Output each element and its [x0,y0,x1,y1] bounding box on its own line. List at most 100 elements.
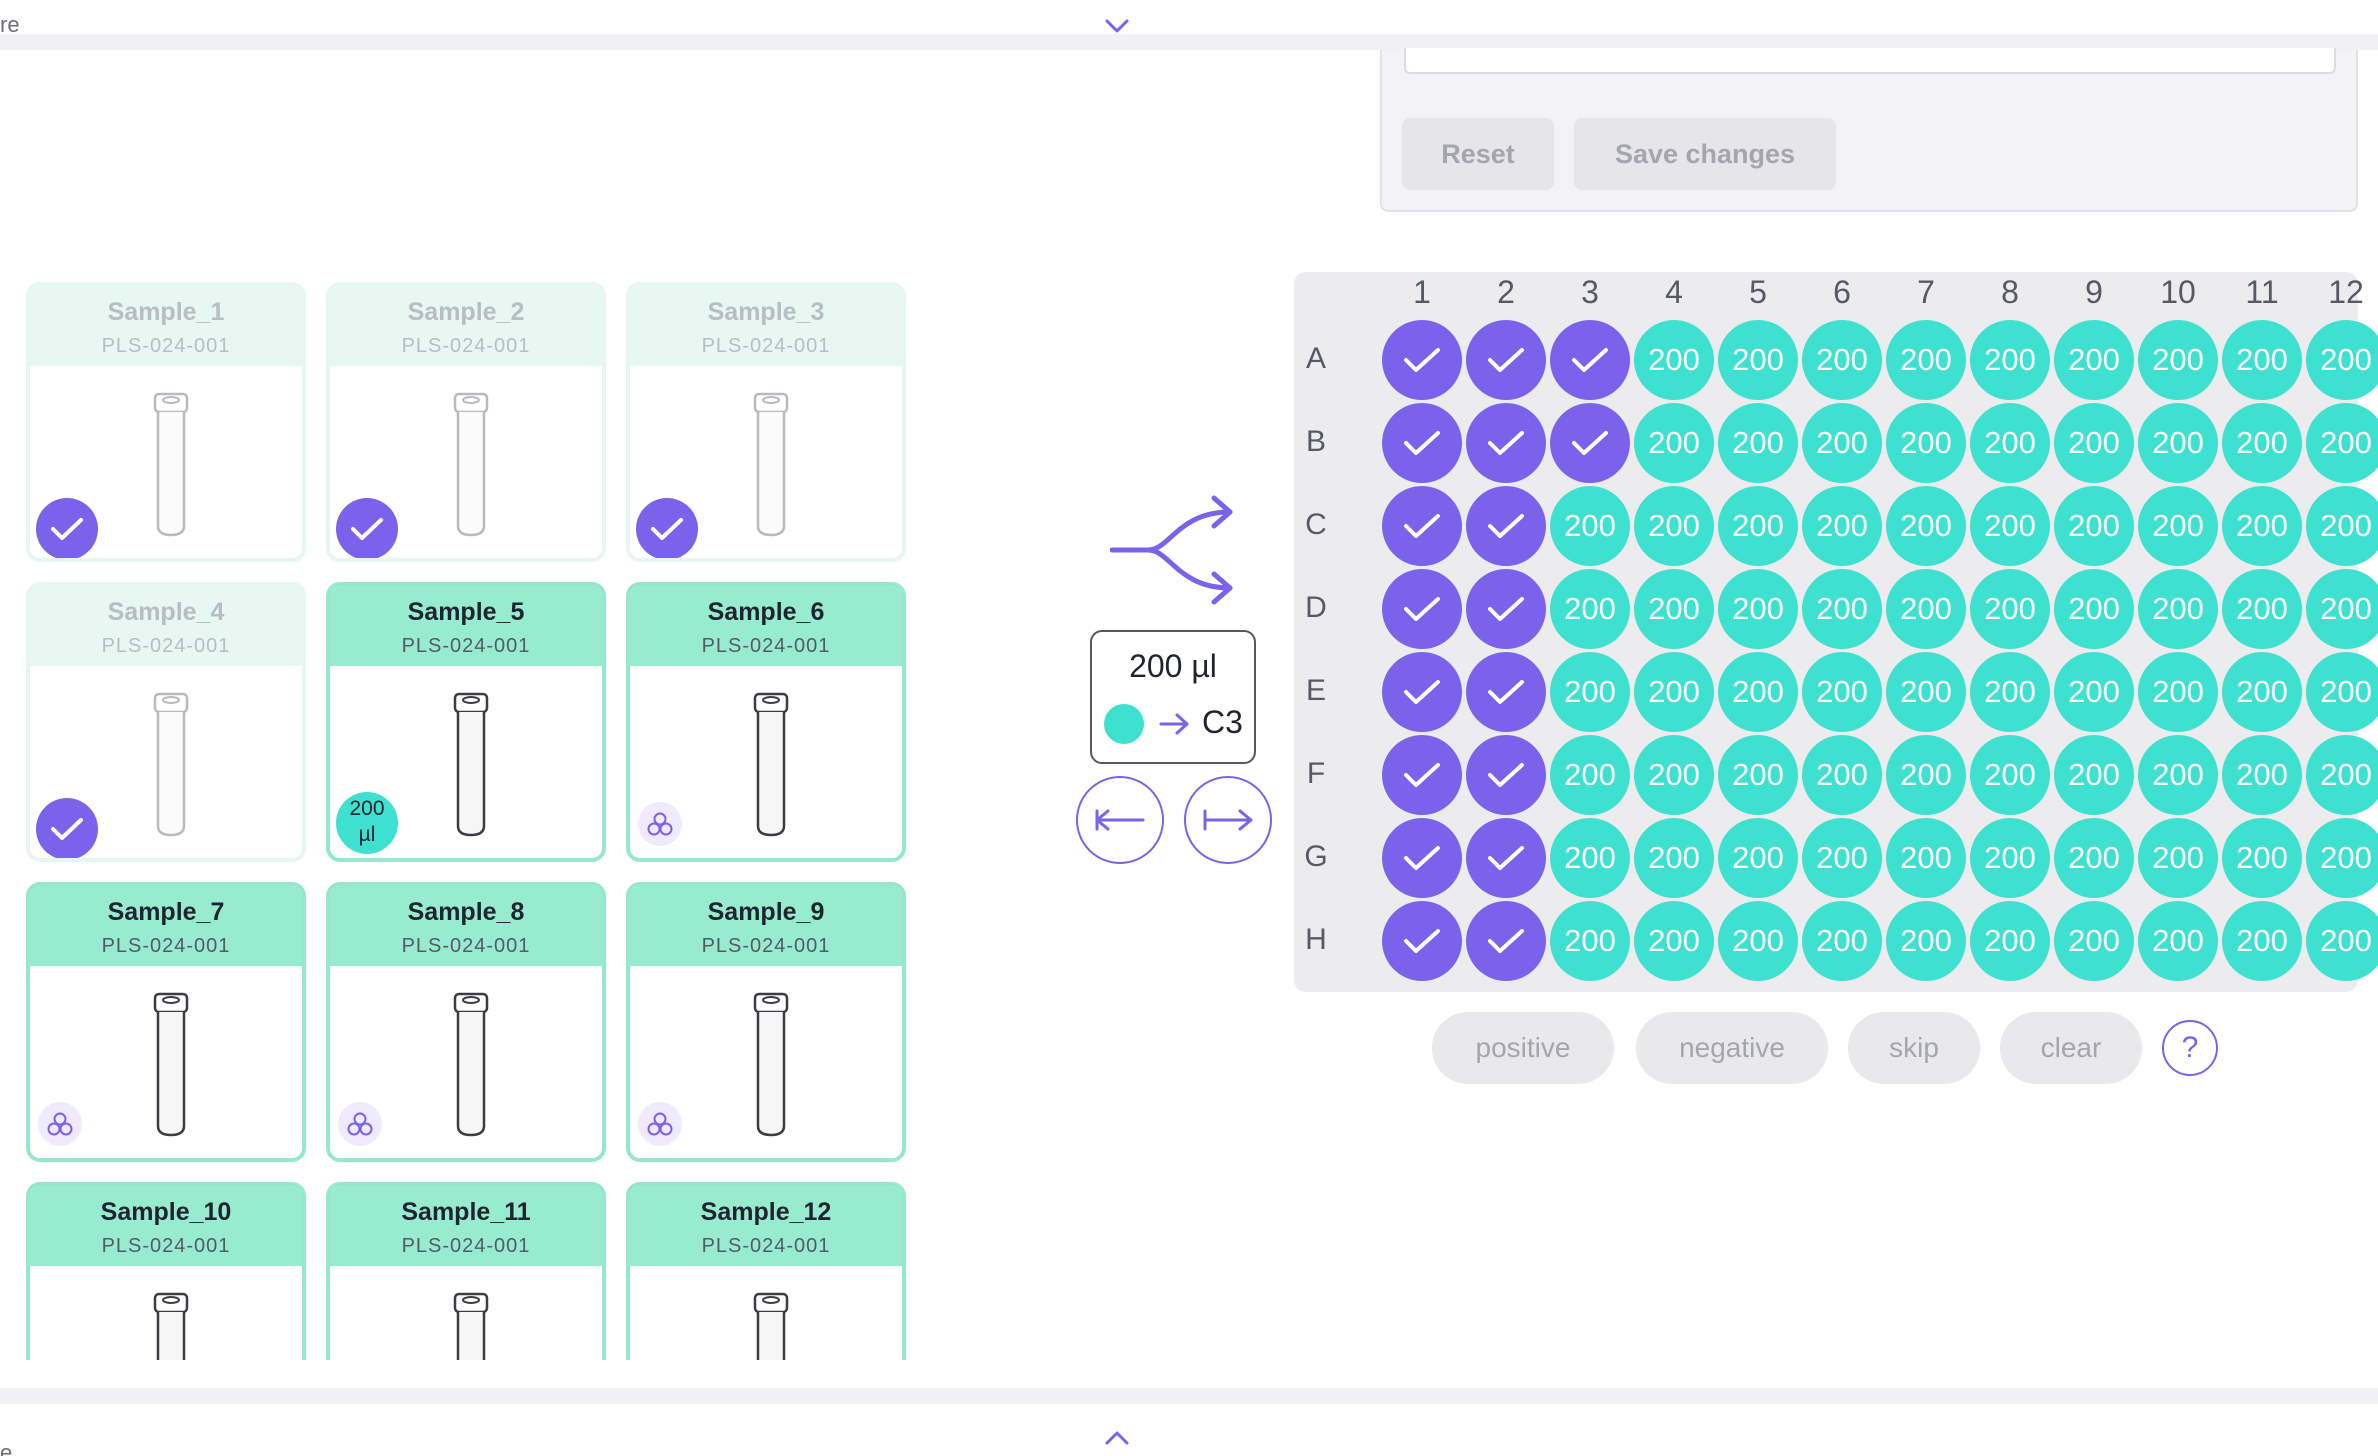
plate-well[interactable]: 200 [1886,403,1966,483]
plate-well[interactable]: 200 [2222,652,2302,732]
plate-well[interactable]: 200 [2054,486,2134,566]
plate-well[interactable]: 200 [1802,486,1882,566]
plate-well[interactable]: 200 [2138,486,2218,566]
sample-card[interactable]: Sample_2 PLS-024-001 [326,282,606,562]
aliquot-badge[interactable] [638,1102,682,1146]
plate-well-done[interactable] [1550,320,1630,400]
plate-well[interactable]: 200 [1802,569,1882,649]
plate-well[interactable]: 200 [2138,569,2218,649]
sample-card[interactable]: Sample_10 PLS-024-001 [26,1182,306,1360]
plate-well-done[interactable] [1382,652,1462,732]
sample-card[interactable]: Sample_9 PLS-024-001 [626,882,906,1162]
plate-well[interactable]: 200 [1802,403,1882,483]
plate-well[interactable]: 200 [1550,901,1630,981]
plate-well-done[interactable] [1466,818,1546,898]
plate-well[interactable]: 200 [1970,652,2050,732]
plate-well[interactable]: 200 [2054,652,2134,732]
sample-card[interactable]: Sample_6 PLS-024-001 [626,582,906,862]
plate-well[interactable]: 200 [1550,486,1630,566]
sample-card[interactable]: Sample_3 PLS-024-001 [626,282,906,562]
plate-well-done[interactable] [1466,403,1546,483]
plate-well[interactable]: 200 [2222,735,2302,815]
plate-well[interactable]: 200 [1634,818,1714,898]
settings-text-field[interactable] [1404,48,2336,74]
plate-well[interactable]: 200 [2222,818,2302,898]
plate-well[interactable]: 200 [1718,403,1798,483]
plate-well[interactable]: 200 [2138,735,2218,815]
plate-well[interactable]: 200 [1550,818,1630,898]
plate-well[interactable]: 200 [2054,569,2134,649]
plate-well[interactable]: 200 [2222,901,2302,981]
plate-well-done[interactable] [1382,320,1462,400]
plate-well[interactable]: 200 [2138,901,2218,981]
plate-well[interactable]: 200 [2306,818,2378,898]
plate-well[interactable]: 200 [2306,901,2378,981]
top-collapse-bar[interactable]: re [0,0,2378,50]
plate-well[interactable]: 200 [1802,901,1882,981]
plate-well[interactable]: 200 [2306,320,2378,400]
plate-well[interactable]: 200 [1634,569,1714,649]
plate-well[interactable]: 200 [2054,818,2134,898]
plate-well[interactable]: 200 [1970,901,2050,981]
aliquot-badge[interactable] [338,1102,382,1146]
plate-well-done[interactable] [1382,901,1462,981]
plate-well[interactable]: 200 [2138,403,2218,483]
plate-well[interactable]: 200 [2306,569,2378,649]
plate-well-done[interactable] [1466,569,1546,649]
aliquot-badge[interactable] [638,802,682,846]
plate-well[interactable]: 200 [1634,486,1714,566]
chevron-down-icon[interactable] [1104,18,1130,34]
plate-well-done[interactable] [1382,569,1462,649]
plate-well[interactable]: 200 [1970,569,2050,649]
sample-card[interactable]: Sample_12 PLS-024-001 [626,1182,906,1360]
sample-card[interactable]: Sample_7 PLS-024-001 [26,882,306,1162]
plate-well[interactable]: 200 [1802,818,1882,898]
help-button[interactable]: ? [2162,1020,2218,1076]
plate-well[interactable]: 200 [1718,818,1798,898]
plate-well[interactable]: 200 [1802,735,1882,815]
plate-well[interactable]: 200 [2306,735,2378,815]
plate-well[interactable]: 200 [1550,652,1630,732]
plate-well-done[interactable] [1466,901,1546,981]
plate-well[interactable]: 200 [1886,486,1966,566]
move-left-button[interactable] [1076,776,1164,864]
plate-well[interactable]: 200 [2054,735,2134,815]
plate-well-done[interactable] [1550,403,1630,483]
sample-card[interactable]: Sample_4 PLS-024-001 [26,582,306,862]
plate-well[interactable]: 200 [2054,403,2134,483]
plate-well[interactable]: 200 [1802,320,1882,400]
plate-well[interactable]: 200 [1718,652,1798,732]
plate-well[interactable]: 200 [1550,735,1630,815]
plate-well[interactable]: 200 [2222,569,2302,649]
plate-well[interactable]: 200 [1970,320,2050,400]
clear-button[interactable]: clear [2000,1012,2142,1084]
plate-well[interactable]: 200 [1970,403,2050,483]
plate-well[interactable]: 200 [1886,818,1966,898]
plate-well[interactable]: 200 [2222,486,2302,566]
plate-well-done[interactable] [1466,652,1546,732]
plate-well-done[interactable] [1466,735,1546,815]
save-changes-button[interactable]: Save changes [1574,118,1836,190]
negative-button[interactable]: negative [1636,1012,1828,1084]
plate-well-done[interactable] [1382,486,1462,566]
plate-well-done[interactable] [1382,818,1462,898]
plate-well[interactable]: 200 [1886,901,1966,981]
plate-well-done[interactable] [1466,320,1546,400]
plate-well[interactable]: 200 [2138,652,2218,732]
plate-well[interactable]: 200 [2306,403,2378,483]
bottom-collapse-bar[interactable]: e [0,1388,2378,1456]
plate-well[interactable]: 200 [1634,320,1714,400]
plate-well[interactable]: 200 [1718,320,1798,400]
plate-well[interactable]: 200 [2138,320,2218,400]
plate-well[interactable]: 200 [1802,652,1882,732]
plate-well[interactable]: 200 [2222,320,2302,400]
plate-well-done[interactable] [1382,403,1462,483]
chevron-up-icon[interactable] [1104,1430,1130,1446]
plate-well-done[interactable] [1382,735,1462,815]
plate-well-done[interactable] [1466,486,1546,566]
plate-well[interactable]: 200 [1634,403,1714,483]
plate-well[interactable]: 200 [2222,403,2302,483]
plate-well[interactable]: 200 [1718,486,1798,566]
plate-well[interactable]: 200 [1634,652,1714,732]
plate-well[interactable]: 200 [1886,652,1966,732]
